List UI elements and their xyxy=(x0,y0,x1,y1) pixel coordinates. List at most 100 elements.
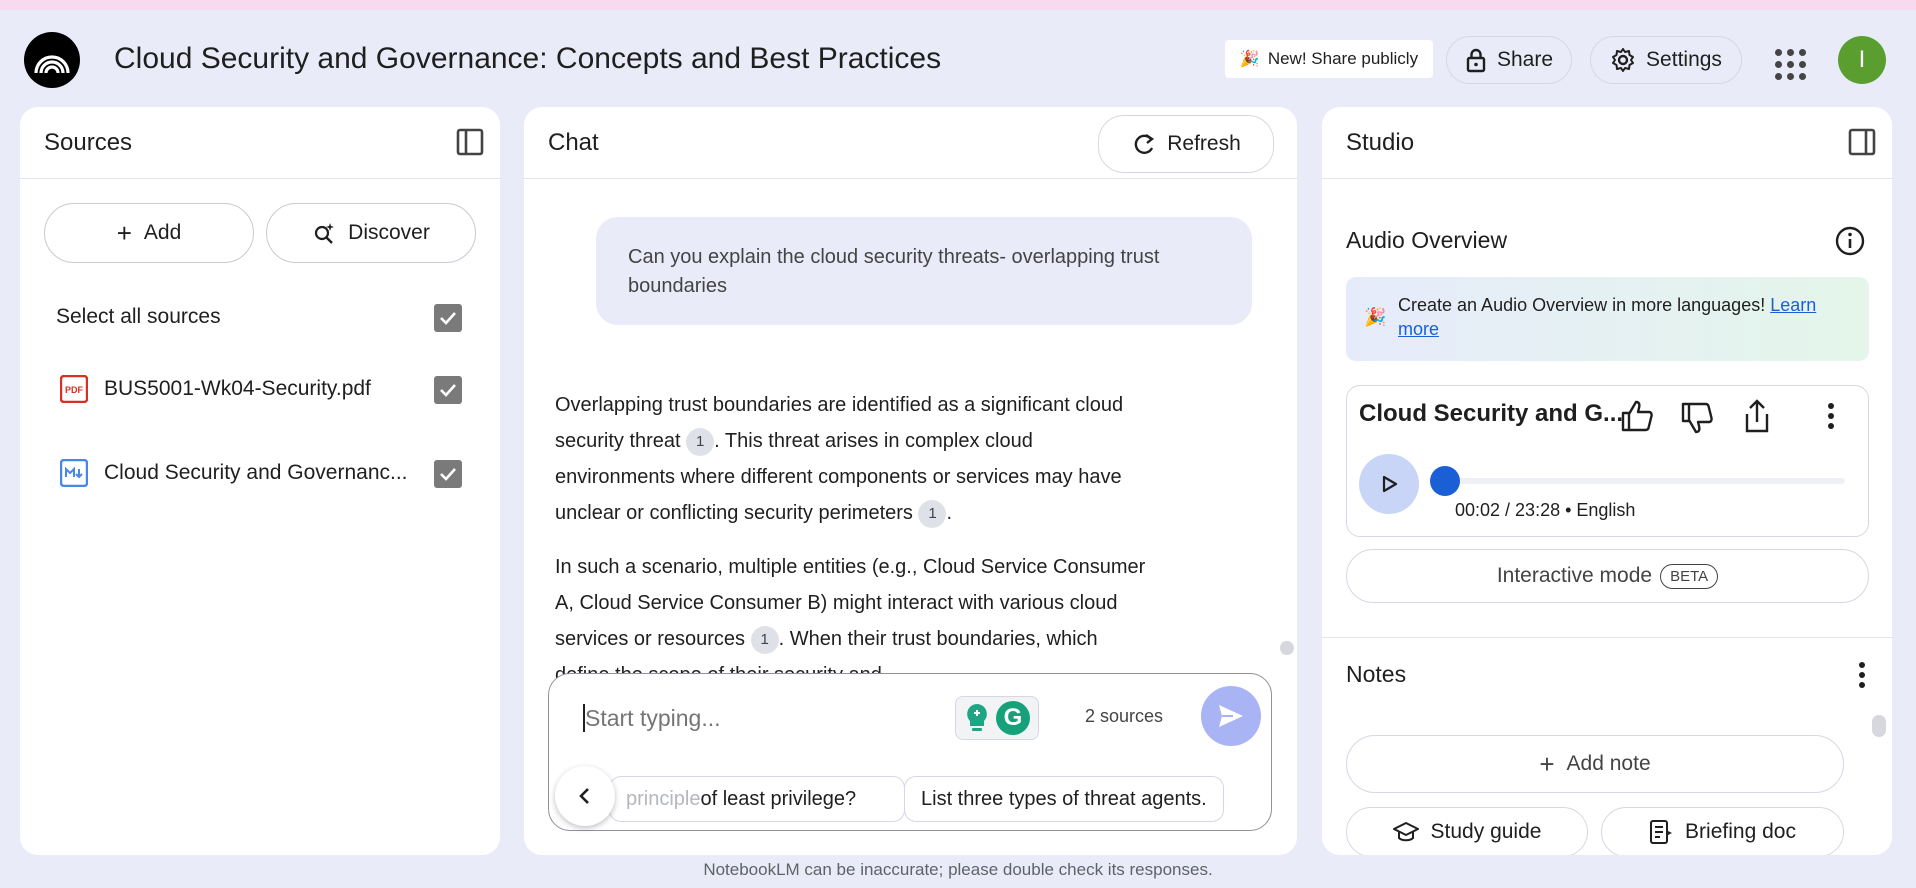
play-icon xyxy=(1382,475,1398,493)
audio-player-card: Cloud Security and G... 00:02 / 23:28 • … xyxy=(1346,385,1869,537)
source-item-checkbox[interactable] xyxy=(434,460,462,488)
notes-scrollbar-thumb[interactable] xyxy=(1872,715,1886,737)
info-icon[interactable] xyxy=(1834,225,1866,257)
scroll-suggestions-left-button[interactable] xyxy=(555,766,615,826)
briefing-doc-button[interactable]: Briefing doc xyxy=(1601,807,1844,855)
suggestion-chip[interactable]: principle of least privilege? xyxy=(609,776,905,822)
select-all-label: Select all sources xyxy=(56,305,221,328)
beta-badge: BETA xyxy=(1660,563,1719,589)
study-guide-button[interactable]: Study guide xyxy=(1346,807,1588,855)
citation-chip[interactable]: 1 xyxy=(750,625,779,654)
response-text: . xyxy=(946,502,953,524)
source-item[interactable]: PDF BUS5001-Wk04-Security.pdf xyxy=(60,375,371,403)
share-icon[interactable] xyxy=(1741,398,1773,434)
grammarly-icon: G xyxy=(996,701,1030,735)
settings-label: Settings xyxy=(1646,48,1722,71)
chat-input[interactable] xyxy=(585,698,945,738)
refresh-label: Refresh xyxy=(1167,132,1241,155)
thumbs-up-icon[interactable] xyxy=(1619,398,1655,434)
refresh-button[interactable]: Refresh xyxy=(1098,115,1274,173)
refresh-icon xyxy=(1134,134,1155,154)
new-share-publicly-button[interactable]: 🎉 New! Share publicly xyxy=(1225,40,1433,78)
share-button[interactable]: Share xyxy=(1446,36,1572,84)
add-source-label: Add xyxy=(143,221,182,244)
app-header: Cloud Security and Governance: Concepts … xyxy=(0,10,1916,106)
thumbs-down-icon[interactable] xyxy=(1679,400,1715,436)
source-item-name: Cloud Security and Governanc... xyxy=(104,461,408,484)
user-message-bubble: Can you explain the cloud security threa… xyxy=(596,217,1252,325)
notebooklm-logo-icon[interactable] xyxy=(24,32,80,88)
audio-language-banner: 🎉 Create an Audio Overview in more langu… xyxy=(1346,277,1869,361)
markdown-icon xyxy=(60,459,88,487)
graduation-cap-icon xyxy=(1392,822,1419,842)
interactive-mode-label: Interactive mode xyxy=(1496,564,1653,587)
play-button[interactable] xyxy=(1359,454,1419,514)
studio-panel: Studio Audio Overview 🎉 Create an Audio … xyxy=(1322,107,1892,855)
new-share-label: New! Share publicly xyxy=(1267,49,1419,68)
gear-icon xyxy=(1612,48,1635,72)
studio-header: Studio xyxy=(1322,107,1892,179)
share-label: Share xyxy=(1496,48,1554,71)
more-vert-icon[interactable] xyxy=(1825,402,1837,430)
send-icon xyxy=(1219,705,1243,727)
check-icon xyxy=(440,312,456,325)
briefing-doc-icon xyxy=(1650,820,1673,844)
audio-title: Cloud Security and G... xyxy=(1359,400,1624,427)
settings-button[interactable]: Settings xyxy=(1590,36,1742,84)
discover-sources-button[interactable]: Discover xyxy=(266,203,476,263)
more-vert-icon[interactable] xyxy=(1856,661,1868,689)
banner-text: Create an Audio Overview in more languag… xyxy=(1398,295,1771,315)
chat-scrollbar-thumb[interactable] xyxy=(1280,641,1294,655)
discover-search-icon xyxy=(315,223,335,244)
sources-header: Sources xyxy=(20,107,500,179)
audio-progress-track[interactable] xyxy=(1430,466,1845,496)
citation-chip[interactable]: 1 xyxy=(686,427,715,456)
avatar[interactable]: I xyxy=(1838,36,1886,84)
party-popper-icon: 🎉 xyxy=(1239,51,1260,68)
notebook-title[interactable]: Cloud Security and Governance: Concepts … xyxy=(114,42,941,76)
studio-title: Studio xyxy=(1346,129,1415,156)
suggestion-chip[interactable]: List three types of threat agents. xyxy=(904,776,1224,822)
disclaimer-footer: NotebookLM can be inaccurate; please dou… xyxy=(703,860,1213,879)
add-note-button[interactable]: + Add note xyxy=(1346,735,1844,793)
top-strip xyxy=(0,0,1916,10)
apps-grid-icon[interactable] xyxy=(1772,46,1808,82)
chat-header: Chat Refresh xyxy=(524,107,1297,179)
chat-panel: Chat Refresh Can you explain the cloud s… xyxy=(524,107,1297,855)
audio-progress-knob[interactable] xyxy=(1430,466,1461,496)
sources-panel: Sources + Add Discover Select all source… xyxy=(20,107,500,855)
add-note-label: Add note xyxy=(1566,752,1651,775)
add-source-button[interactable]: + Add xyxy=(44,203,254,263)
grammarly-widget[interactable]: G xyxy=(955,696,1039,740)
study-guide-label: Study guide xyxy=(1430,820,1542,843)
response-paragraph: Overlapping trust boundaries are identif… xyxy=(555,387,1155,531)
chevron-left-icon xyxy=(579,788,589,804)
collapse-panel-icon[interactable] xyxy=(456,128,484,156)
source-item[interactable]: Cloud Security and Governanc... xyxy=(60,459,408,487)
check-icon xyxy=(440,468,456,481)
send-button[interactable] xyxy=(1201,686,1261,746)
suggestion-text: of least privilege? xyxy=(700,787,857,810)
citation-chip[interactable]: 1 xyxy=(918,499,947,528)
select-all-checkbox[interactable] xyxy=(434,304,462,332)
interactive-mode-button[interactable]: Interactive mode BETA xyxy=(1346,549,1869,603)
notes-title: Notes xyxy=(1346,661,1407,687)
source-item-name: BUS5001-Wk04-Security.pdf xyxy=(104,377,371,400)
user-message-text: Can you explain the cloud security threa… xyxy=(628,246,1160,297)
studio-divider xyxy=(1322,637,1892,638)
pdf-icon: PDF xyxy=(60,375,88,403)
sources-count: 2 sources xyxy=(1085,706,1164,726)
svg-text:PDF: PDF xyxy=(65,385,84,395)
collapse-panel-icon[interactable] xyxy=(1848,128,1876,156)
response-paragraph: In such a scenario, multiple entities (e… xyxy=(555,549,1155,693)
suggestion-faded-text: principle xyxy=(626,787,701,810)
lightbulb-icon xyxy=(967,704,987,731)
source-item-checkbox[interactable] xyxy=(434,376,462,404)
plus-icon: + xyxy=(116,218,132,248)
chat-composer: G 2 sources principle of least privilege… xyxy=(548,673,1272,831)
suggestion-text: List three types of threat agents. xyxy=(921,787,1207,810)
lock-icon xyxy=(1466,48,1486,73)
plus-icon: + xyxy=(1539,749,1555,779)
discover-label: Discover xyxy=(348,221,430,244)
audio-overview-title: Audio Overview xyxy=(1346,227,1508,253)
